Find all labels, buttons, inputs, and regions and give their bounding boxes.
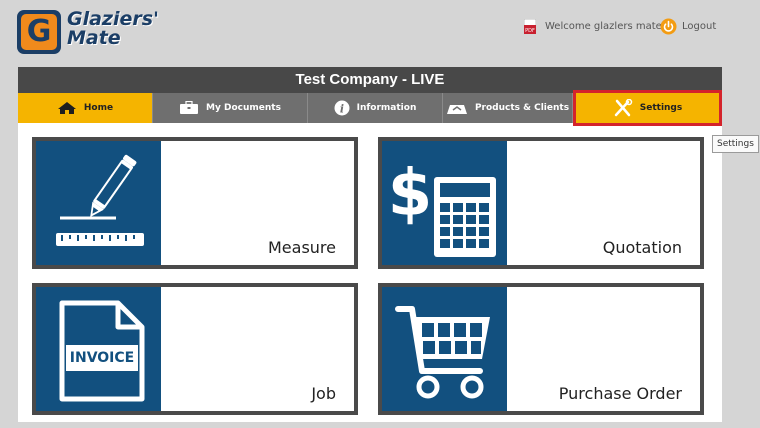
invoice-icon-text: INVOICE — [69, 350, 135, 366]
cart-icon — [395, 306, 490, 399]
nav-information-label: Information — [356, 103, 417, 113]
tile-job-icon-area: INVOICE — [36, 287, 161, 411]
logo-text-line2: Mate — [67, 27, 121, 49]
svg-text:i: i — [340, 103, 344, 116]
welcome-area: PDF Welcome glazlers mate — [523, 16, 662, 36]
tools-icon — [613, 99, 633, 117]
settings-tooltip: Settings — [712, 135, 759, 153]
welcome-text: Welcome glazlers mate — [545, 20, 662, 32]
nav-settings[interactable]: Settings — [573, 90, 722, 126]
nav-settings-label: Settings — [639, 103, 683, 113]
tile-purchase-order-label: Purchase Order — [558, 384, 682, 403]
tile-purchase-order-icon-area — [382, 287, 507, 411]
home-icon — [57, 101, 77, 115]
nav-home-label: Home — [83, 103, 114, 113]
page-frame-bottom — [18, 422, 722, 428]
quotation-icon: $ — [388, 157, 496, 257]
power-icon — [660, 18, 677, 35]
nav-home[interactable]: Home — [18, 93, 153, 123]
main-nav: Home My Documents i Information Products… — [18, 90, 722, 126]
svg-text:$: $ — [388, 157, 433, 231]
tile-job-label: Job — [311, 384, 336, 403]
logo-badge: G — [17, 10, 61, 54]
products-icon — [446, 101, 468, 115]
tile-job[interactable]: INVOICE Job — [32, 283, 358, 415]
tile-quotation-icon-area: $ — [382, 141, 507, 265]
tile-quotation-label: Quotation — [602, 238, 682, 257]
page-frame-right — [722, 67, 760, 428]
nav-products-clients[interactable]: Products & Clients — [443, 93, 573, 123]
pdf-icon: PDF — [523, 18, 537, 34]
tile-measure-label: Measure — [268, 238, 336, 257]
nav-my-documents[interactable]: My Documents — [153, 93, 308, 123]
nav-my-documents-label: My Documents — [206, 103, 281, 113]
app-logo[interactable]: G Glaziers' Mate — [17, 10, 159, 54]
nav-products-clients-label: Products & Clients — [474, 103, 570, 113]
logo-text: Glaziers' Mate — [67, 10, 159, 49]
info-icon: i — [334, 100, 350, 116]
tile-quotation[interactable]: $ Quotation — [378, 137, 704, 269]
tile-measure-icon-area — [36, 141, 161, 265]
nav-information[interactable]: i Information — [308, 93, 443, 123]
tile-measure[interactable]: Measure — [32, 137, 358, 269]
measure-icon — [56, 154, 144, 246]
briefcase-icon — [179, 101, 199, 115]
logo-letter: G — [21, 14, 57, 50]
logout-button[interactable]: Logout — [660, 16, 716, 36]
tile-purchase-order[interactable]: Purchase Order — [378, 283, 704, 415]
svg-text:PDF: PDF — [525, 28, 535, 34]
logout-label: Logout — [682, 20, 717, 32]
page-frame-left — [0, 67, 18, 428]
